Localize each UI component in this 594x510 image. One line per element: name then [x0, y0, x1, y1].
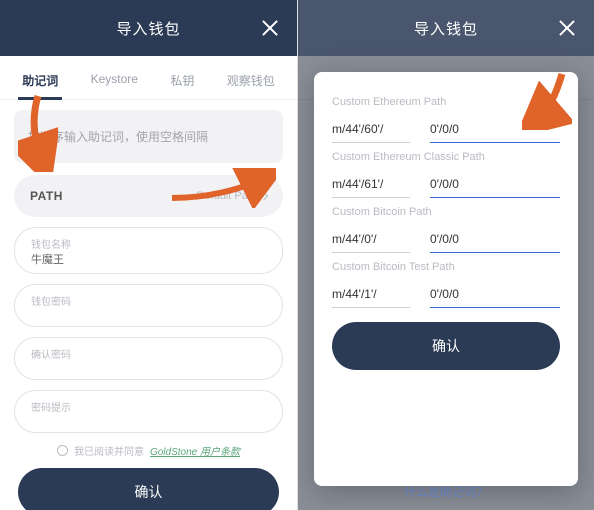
path-row-eth: m/44'/60'/ 0'/0/0 [332, 118, 560, 143]
page-title: 导入钱包 [116, 18, 180, 39]
path-selector[interactable]: PATH Default Path [14, 175, 283, 217]
titlebar: 导入钱包 [0, 0, 297, 56]
tab-bar: 助记词 Keystore 私钥 观察钱包 [0, 56, 297, 100]
path-prefix-input[interactable]: m/44'/61'/ [332, 173, 410, 198]
page-title: 导入钱包 [414, 18, 478, 39]
group-title: Custom Ethereum Path [332, 96, 560, 108]
path-suffix-input[interactable]: 0'/0/0 [430, 118, 560, 143]
tab-privatekey[interactable]: 私钥 [166, 66, 198, 99]
chevron-right-icon [260, 192, 268, 200]
confirm-password-field[interactable]: 确认密码 [14, 337, 283, 380]
path-suffix-input[interactable]: 0'/0/0 [430, 173, 560, 198]
path-modal: Custom Ethereum Path m/44'/60'/ 0'/0/0 C… [314, 72, 578, 486]
path-prefix-input[interactable]: m/44'/1'/ [332, 283, 410, 308]
path-value: Default Path [196, 190, 267, 202]
wallet-name-field[interactable]: 钱包名称 牛魔王 [14, 227, 283, 274]
path-suffix-input[interactable]: 0'/0/0 [430, 283, 560, 308]
tab-watch[interactable]: 观察钱包 [223, 66, 279, 99]
path-row-btc: m/44'/0'/ 0'/0/0 [332, 228, 560, 253]
confirm-button[interactable]: 确认 [18, 468, 279, 510]
wallet-password-label: 钱包密码 [31, 293, 266, 308]
close-icon[interactable] [261, 19, 279, 37]
path-row-btctest: m/44'/1'/ 0'/0/0 [332, 283, 560, 308]
confirm-password-label: 确认密码 [31, 346, 266, 361]
close-icon[interactable] [558, 19, 576, 37]
path-row-etc: m/44'/61'/ 0'/0/0 [332, 173, 560, 198]
wallet-password-field[interactable]: 钱包密码 [14, 284, 283, 327]
group-title: Custom Bitcoin Test Path [332, 261, 560, 273]
password-hint-field[interactable]: 密码提示 [14, 390, 283, 433]
group-title: Custom Ethereum Classic Path [332, 151, 560, 163]
terms-link[interactable]: GoldStone 用户条款 [150, 443, 240, 458]
wallet-name-value: 牛魔王 [31, 251, 266, 267]
wallet-name-label: 钱包名称 [31, 236, 266, 251]
titlebar: 导入钱包 [298, 0, 594, 56]
path-prefix-input[interactable]: m/44'/0'/ [332, 228, 410, 253]
mnemonic-input[interactable]: 按顺序输入助记词，使用空格间隔 [14, 110, 283, 163]
tab-keystore[interactable]: Keystore [87, 66, 142, 99]
modal-confirm-button[interactable]: 确认 [332, 322, 560, 370]
path-suffix-input[interactable]: 0'/0/0 [430, 228, 560, 253]
group-title: Custom Bitcoin Path [332, 206, 560, 218]
terms-row[interactable]: 我已阅读并同意 GoldStone 用户条款 [14, 443, 283, 458]
path-label: PATH [30, 189, 63, 203]
path-prefix-input[interactable]: m/44'/60'/ [332, 118, 410, 143]
tab-mnemonic[interactable]: 助记词 [18, 66, 62, 99]
terms-text: 我已阅读并同意 [74, 443, 144, 458]
checkbox-icon[interactable] [57, 445, 68, 456]
password-hint-label: 密码提示 [31, 399, 266, 414]
